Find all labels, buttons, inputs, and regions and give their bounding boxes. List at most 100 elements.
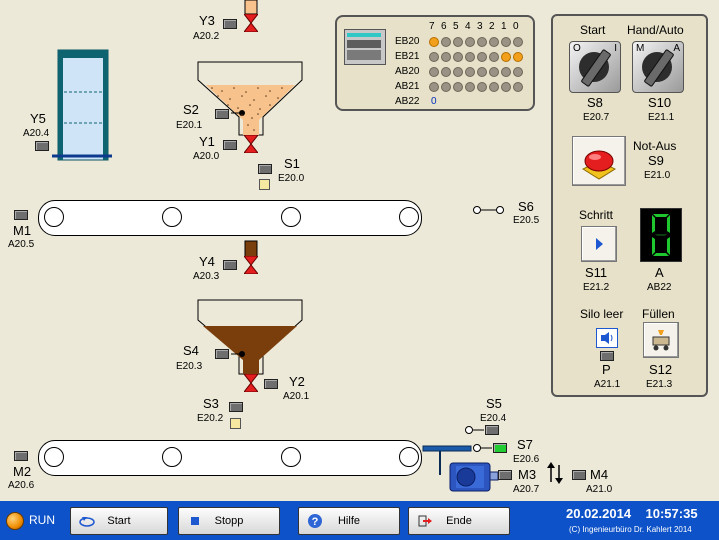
cart-fill-icon [652,330,670,351]
plc-icon [344,29,386,65]
y3-address: A20.2 [193,31,220,42]
play-arrow-icon [596,238,603,250]
p-address: A21.1 [594,379,621,390]
roller-icon [162,447,182,467]
led-icon [453,82,463,92]
exit-button-label: Ende [446,515,472,527]
led-icon [429,67,439,77]
s7-label: S7 [517,437,533,452]
silo-empty-indicator [600,351,614,361]
led-icon [465,82,475,92]
fill-button[interactable] [643,322,679,358]
led-icon [513,37,523,47]
s7-address: E20.6 [513,454,540,465]
bit-label: 6 [441,21,447,32]
handauto-on-mark: A [673,43,680,54]
s5-address: E20.4 [480,413,507,424]
bit-label: 3 [477,21,483,32]
silo-tank [57,49,109,161]
start-title: Start [580,23,606,37]
s6-label: S6 [518,199,534,214]
fuellen-title: Füllen [642,307,675,321]
led-icon [477,67,487,77]
led-icon [465,67,475,77]
control-panel: Start Hand/Auto O I M A S8 E20.7 S10 E21… [551,14,708,397]
y4-address: A20.3 [193,271,220,282]
led-icon [453,52,463,62]
s5-indicator [485,425,499,435]
byte-label: AB20 [395,66,420,77]
help-button[interactable]: ? Hilfe [298,507,400,535]
roller-icon [399,207,419,227]
roller-icon [44,207,64,227]
led-icon [501,52,511,62]
bit-label: 1 [501,21,507,32]
start-button[interactable]: Start [70,507,168,535]
led-icon [489,67,499,77]
s2-indicator [215,109,229,119]
roller-icon [44,447,64,467]
led-icon [429,52,439,62]
led-icon [489,37,499,47]
m3-indicator [498,470,512,480]
ab22-value: 0 [431,96,437,107]
s6-address: E20.5 [513,215,540,226]
sand-inlet-pipe [244,0,258,15]
siloleer-title: Silo leer [580,307,624,321]
m3-address: A20.7 [513,484,540,495]
s9-label: S9 [648,153,664,168]
led-icon [501,67,511,77]
step-button[interactable] [581,226,617,262]
io-status-display: 76543210 EB20 EB21 AB20 AB21 AB22 0 [335,15,535,111]
s3-sensor-icon [230,418,241,429]
y2-indicator [264,379,278,389]
m4-label: M4 [590,467,609,482]
m3-label: M3 [518,467,537,482]
stop-button[interactable]: Stopp [178,507,280,535]
led-icon [465,37,475,47]
copyright: (C) Ingenieurbüro Dr. Kahlert 2014 [569,525,692,534]
y3-label: Y3 [199,13,215,28]
m1-label: M1 [13,223,32,238]
help-button-label: Hilfe [337,515,360,527]
y2-label: Y2 [289,374,305,389]
m2-indicator [14,451,28,461]
y2-address: A20.1 [283,391,310,402]
s4-address: E20.3 [176,361,203,372]
start-off-mark: O [573,43,581,54]
led-icon [441,37,451,47]
s2-label: S2 [183,102,199,117]
handauto-selector-switch[interactable]: M A [632,41,684,93]
s12-label: S12 [649,362,673,377]
display-address: AB22 [647,282,672,293]
emergency-stop-button[interactable] [572,136,626,186]
s1-address: E20.0 [278,173,305,184]
led-icon [441,67,451,77]
y5-label: Y5 [30,111,46,126]
conveyor-belt-1 [38,200,422,236]
byte-label: AB21 [395,81,420,92]
s1-indicator [258,164,272,174]
led-icon [501,82,511,92]
roller-icon [281,207,301,227]
display-label: A [655,265,664,280]
s3-label: S3 [203,396,219,411]
m2-label: M2 [13,464,32,479]
stop-button-label: Stopp [214,515,244,527]
s3-indicator [229,402,243,412]
m4-address: A21.0 [586,484,613,495]
byte-label: EB21 [395,51,420,62]
handauto-title: Hand/Auto [627,23,684,37]
led-icon [489,82,499,92]
s10-address: E21.1 [648,112,675,123]
start-on-mark: I [614,43,617,54]
exit-button[interactable]: Ende [408,507,510,535]
start-selector-switch[interactable]: O I [569,41,621,93]
datetime: 20.02.2014 10:57:35 [566,506,698,521]
led-icon [429,82,439,92]
y1-label: Y1 [199,134,215,149]
brown-inlet-pipe [244,240,258,258]
s1-label: S1 [284,156,300,171]
led-icon [477,37,487,47]
y4-label: Y4 [199,254,215,269]
